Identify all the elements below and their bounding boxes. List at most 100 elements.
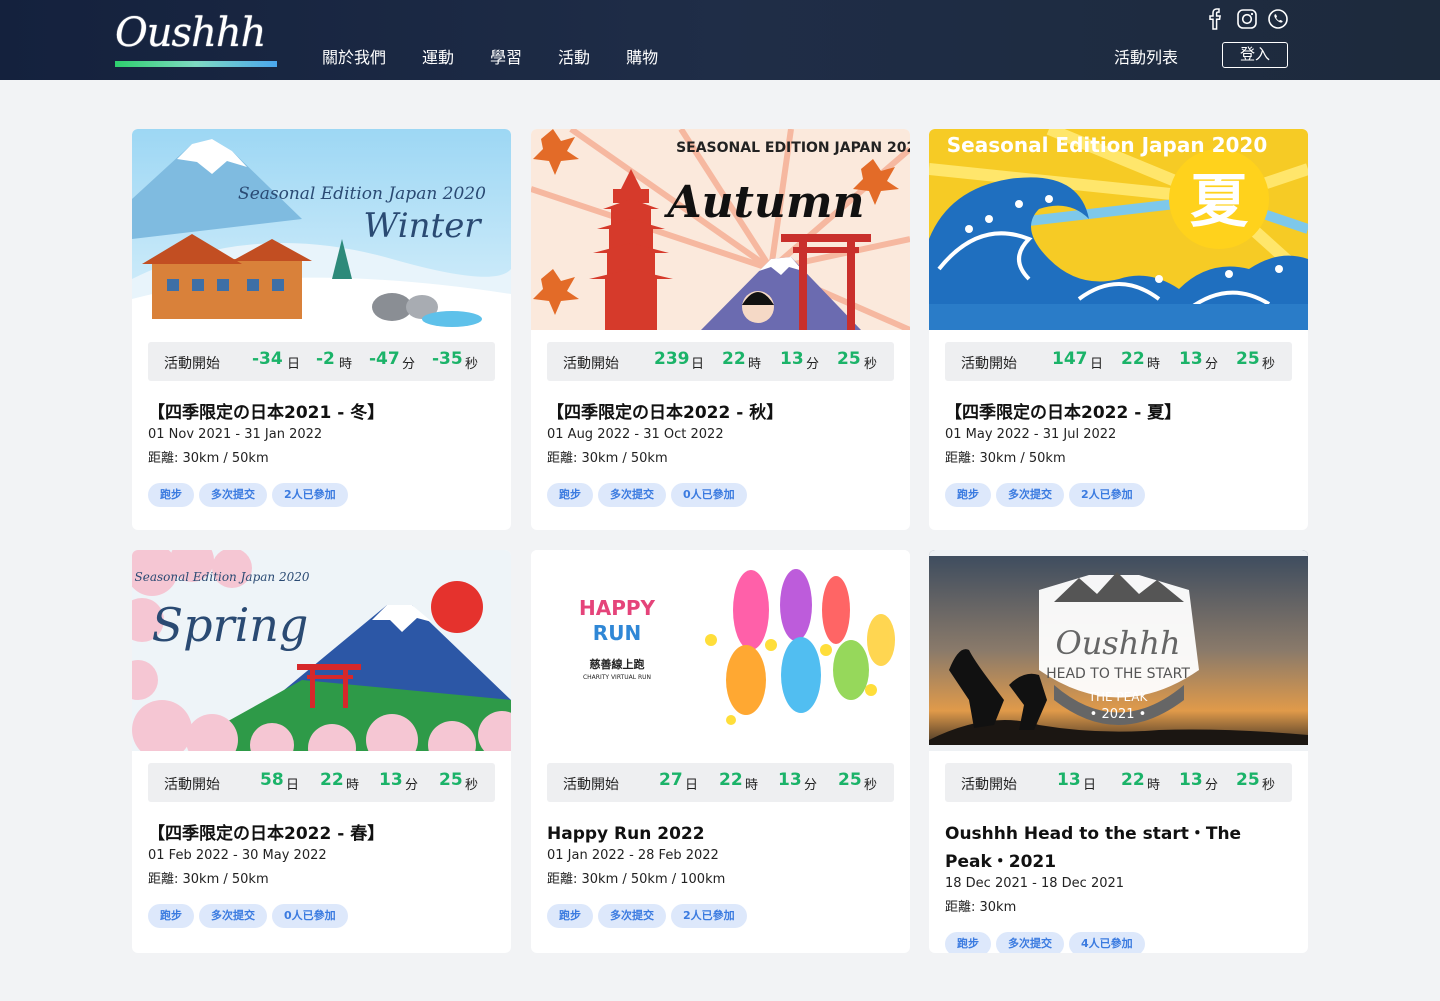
login-button[interactable]: 登入 [1222,42,1288,68]
tag-multi-submit[interactable]: 多次提交 [996,483,1064,507]
event-banner: Seasonal Edition Japan 2020 Winter [132,129,511,330]
tag-multi-submit[interactable]: 多次提交 [199,904,267,928]
event-distance: 距離: 30km / 50km / 100km [547,872,726,887]
event-title[interactable]: Happy Run 2022 [547,820,897,848]
countdown-minutes: 13 [778,770,802,790]
tag-running[interactable]: 跑步 [148,483,194,507]
days-unit: 日 [287,357,301,372]
tag-list: 跑步 多次提交 2人已參加 [945,483,1145,507]
banner-line2: Winter [363,206,482,246]
tag-multi-submit[interactable]: 多次提交 [996,932,1064,953]
banner-line1: SEASONAL EDITION JAPAN 2020 [676,140,910,156]
whatsapp-icon[interactable] [1267,8,1289,30]
tag-running[interactable]: 跑步 [547,483,593,507]
top-header: Oushhh 關於我們 運動 學習 活動 購物 活動列表 登入 [0,0,1440,80]
tag-multi-submit[interactable]: 多次提交 [598,904,666,928]
minutes-unit: 分 [804,778,818,793]
tag-list: 跑步 多次提交 2人已參加 [148,483,348,507]
countdown-bar: 活動開始 58 日 22 時 13 分 25 秒 [148,763,495,802]
hours-unit: 時 [1147,778,1161,793]
site-logo[interactable]: Oushhh [115,8,277,70]
seconds-unit: 秒 [864,357,878,372]
tag-participants[interactable]: 2人已參加 [1069,483,1145,507]
nav-events[interactable]: 活動 [558,44,590,68]
tag-running[interactable]: 跑步 [945,483,991,507]
event-title[interactable]: 【四季限定の日本2022 - 春】 [148,820,498,848]
tag-participants[interactable]: 2人已參加 [272,483,348,507]
tag-multi-submit[interactable]: 多次提交 [199,483,267,507]
tag-participants[interactable]: 0人已參加 [272,904,348,928]
event-dates: 01 May 2022 - 31 Jul 2022 [945,427,1117,442]
countdown-label: 活動開始 [961,356,1017,372]
minutes-unit: 分 [405,778,419,793]
banner-line4: • 2021 • [1090,707,1147,722]
event-banner: 夏 Seasonal Edition Japan 2020 [929,129,1308,330]
event-title[interactable]: 【四季限定の日本2022 - 夏】 [945,399,1295,427]
event-title[interactable]: Oushhh Head to the start・The Peak・2021 [945,820,1295,876]
banner-line4: CHARITY VIRTUAL RUN [583,674,651,681]
tag-running[interactable]: 跑步 [547,904,593,928]
activity-list-link[interactable]: 活動列表 [1114,44,1178,68]
logo-underline [115,61,277,67]
event-card[interactable]: Oushhh HEAD TO THE START THE PEAK • 2021… [929,550,1308,953]
event-card[interactable]: Seasonal Edition Japan 2020 Spring 活動開始 … [132,550,511,953]
tag-running[interactable]: 跑步 [148,904,194,928]
countdown-days: 147 [1052,349,1088,369]
countdown-seconds: 25 [1236,770,1260,790]
event-card[interactable]: SEASONAL EDITION JAPAN 2020 Autumn 活動開始 … [531,129,910,530]
event-distance: 距離: 30km / 50km [148,872,269,887]
event-card[interactable]: HAPPY RUN 慈善線上跑 CHARITY VIRTUAL RUN 活動開始… [531,550,910,953]
countdown-label: 活動開始 [164,777,220,793]
tag-participants[interactable]: 0人已參加 [671,483,747,507]
social-links [1205,8,1289,30]
minutes-unit: 分 [1205,357,1219,372]
event-title[interactable]: 【四季限定の日本2022 - 秋】 [547,399,897,427]
event-dates: 01 Feb 2022 - 30 May 2022 [148,848,327,863]
tag-multi-submit[interactable]: 多次提交 [598,483,666,507]
nav-shop[interactable]: 購物 [626,44,658,68]
tag-participants[interactable]: 2人已參加 [671,904,747,928]
instagram-icon[interactable] [1236,8,1258,30]
logo-text: Oushhh [115,10,266,56]
countdown-label: 活動開始 [563,356,619,372]
event-dates: 01 Nov 2021 - 31 Jan 2022 [148,427,323,442]
minutes-unit: 分 [806,357,820,372]
countdown-hours: 22 [719,770,743,790]
event-card[interactable]: Seasonal Edition Japan 2020 Winter 活動開始 … [132,129,511,530]
event-banner: HAPPY RUN 慈善線上跑 CHARITY VIRTUAL RUN [531,550,910,751]
countdown-seconds: 25 [837,349,861,369]
banner-line1: Seasonal Edition Japan 2020 [135,570,310,584]
countdown-days: 27 [659,770,683,790]
countdown-label: 活動開始 [164,356,220,372]
minutes-unit: 分 [402,357,416,372]
banner-line1: Seasonal Edition Japan 2020 [238,184,486,204]
countdown-days: -34 [252,349,283,369]
countdown-bar: 活動開始 239 日 22 時 13 分 25 秒 [547,342,894,381]
countdown-minutes: -47 [369,349,400,369]
nav-sports[interactable]: 運動 [422,44,454,68]
facebook-icon[interactable] [1205,8,1227,30]
hours-unit: 時 [346,778,360,793]
tag-running[interactable]: 跑步 [945,932,991,953]
countdown-days: 58 [260,770,284,790]
countdown-minutes: 13 [1179,770,1203,790]
banner-line2: RUN [593,621,641,645]
countdown-seconds: -35 [432,349,463,369]
countdown-days: 239 [654,349,690,369]
countdown-hours: 22 [1121,770,1145,790]
countdown-hours: -2 [316,349,335,369]
event-title[interactable]: 【四季限定の日本2021 - 冬】 [148,399,498,427]
hours-unit: 時 [339,357,353,372]
hours-unit: 時 [1147,357,1161,372]
hours-unit: 時 [748,357,762,372]
nav-learn[interactable]: 學習 [490,44,522,68]
countdown-minutes: 13 [1179,349,1203,369]
tag-participants[interactable]: 4人已參加 [1069,932,1145,953]
event-dates: 01 Aug 2022 - 31 Oct 2022 [547,427,724,442]
banner-line3: THE PEAK [1088,690,1149,704]
banner-line2: Autumn [664,177,865,228]
event-card[interactable]: 夏 Seasonal Edition Japan 2020 活動開始 147 日 … [929,129,1308,530]
banner-line1: HAPPY [579,596,656,620]
banner-line3: 慈善線上跑 [590,657,645,671]
nav-about[interactable]: 關於我們 [322,44,386,68]
